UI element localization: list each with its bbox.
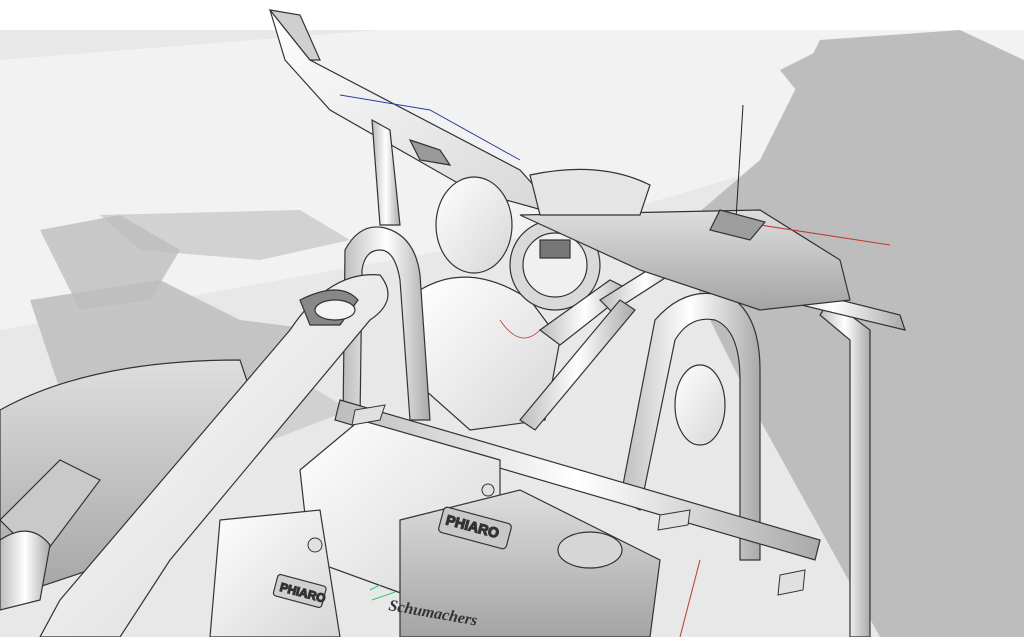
model-scene[interactable]: PHIARO PHIARO Schumachers (0, 0, 1024, 637)
side-intake[interactable]: PHIARO (209, 509, 341, 637)
headrest-pod[interactable] (674, 364, 726, 446)
3d-viewport[interactable]: PHIARO PHIARO Schumachers (0, 0, 1024, 637)
